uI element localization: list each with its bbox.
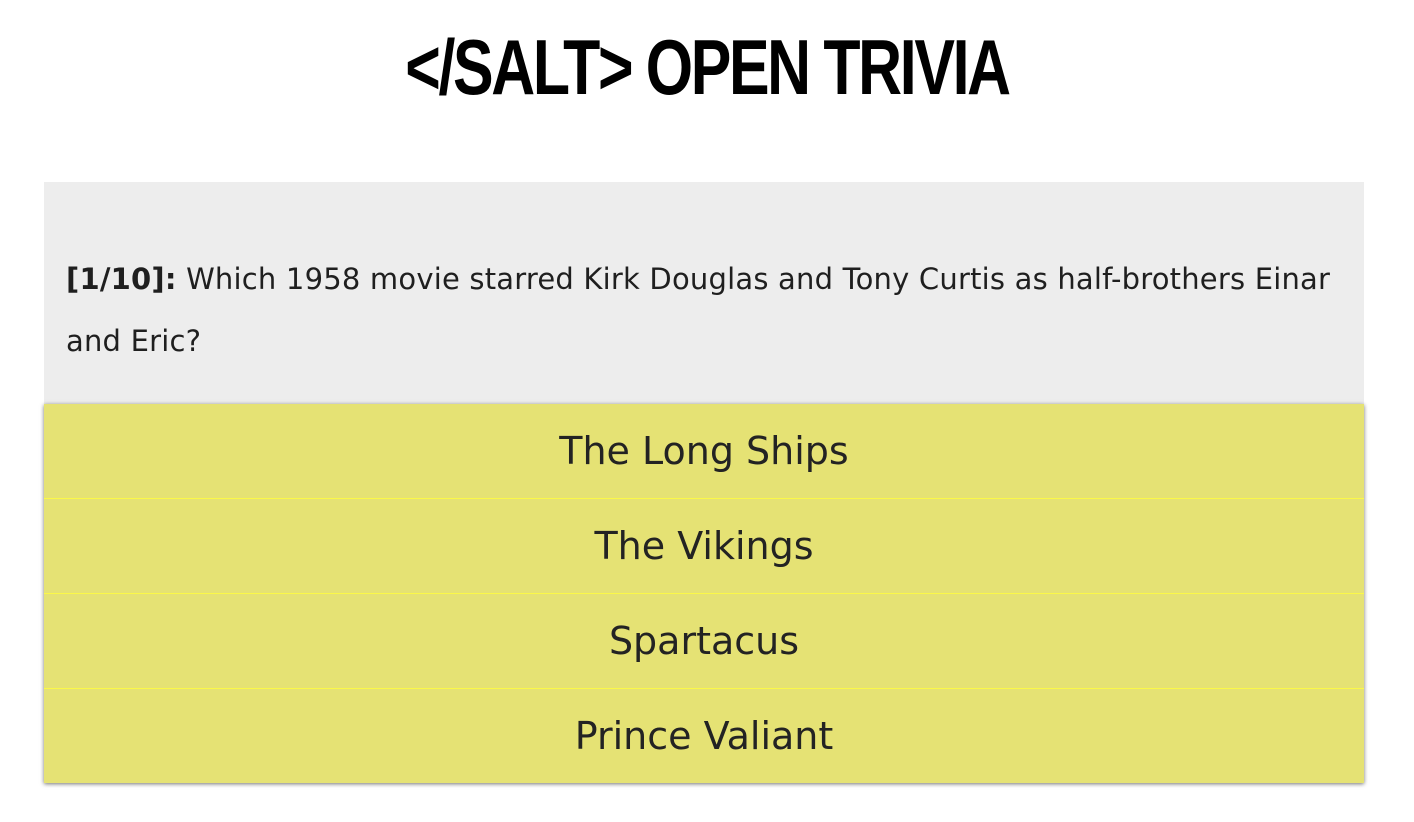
answer-option-3[interactable]: Spartacus: [44, 593, 1364, 688]
answer-option-4[interactable]: Prince Valiant: [44, 688, 1364, 783]
answer-option-2[interactable]: The Vikings: [44, 498, 1364, 593]
question-counter: [1/10]:: [66, 262, 177, 296]
answer-list: The Long Ships The Vikings Spartacus Pri…: [44, 404, 1364, 783]
app-title: </SALT> OPEN TRIVIA: [405, 23, 1011, 111]
answer-option-1[interactable]: The Long Ships: [44, 404, 1364, 498]
question-box: [1/10]: Which 1958 movie starred Kirk Do…: [44, 182, 1364, 404]
question-text: [1/10]: Which 1958 movie starred Kirk Do…: [66, 248, 1342, 372]
quiz-card: [1/10]: Which 1958 movie starred Kirk Do…: [44, 182, 1364, 783]
question-body: Which 1958 movie starred Kirk Douglas an…: [66, 262, 1331, 358]
